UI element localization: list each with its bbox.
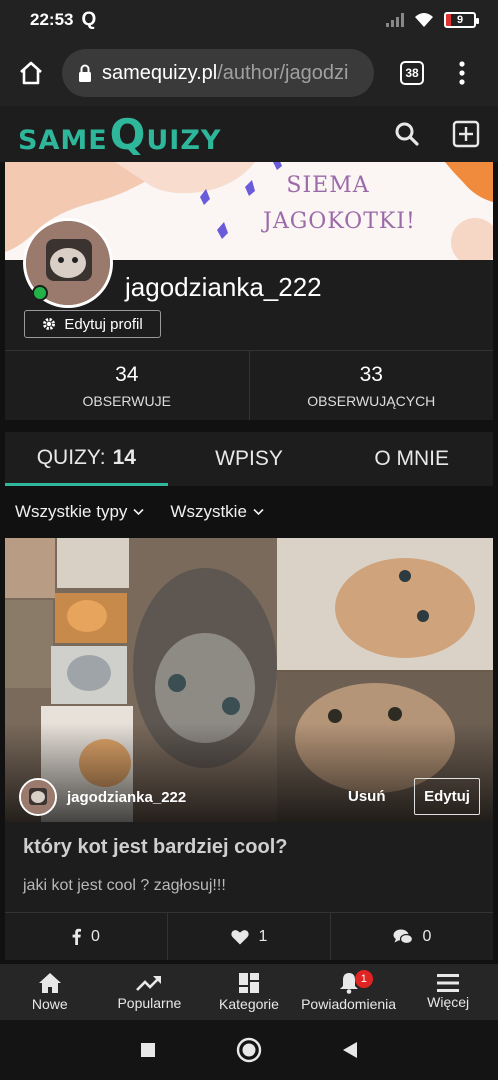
app-header: SAME Q UIZY — [0, 106, 498, 162]
nav-new-label: Nowe — [31, 996, 68, 1012]
signal-icon — [386, 13, 404, 27]
url-path: /author/jagodzi — [217, 61, 349, 84]
tab-quizzes-count: 14 — [112, 445, 136, 469]
search-icon[interactable] — [394, 121, 420, 147]
nav-more-label: Więcej — [427, 994, 470, 1010]
browser-menu-button[interactable] — [442, 61, 482, 85]
back-icon[interactable] — [342, 1041, 358, 1059]
notifications-badge: 1 — [354, 970, 373, 988]
type-filter-label: Wszystkie typy — [15, 502, 128, 521]
nav-notifications[interactable]: 1 Powiadomienia — [299, 964, 399, 1020]
add-quiz-icon[interactable] — [452, 120, 480, 148]
quiz-title[interactable]: który kot jest bardziej cool? — [23, 836, 288, 859]
wifi-icon — [415, 13, 433, 27]
facebook-icon — [72, 928, 82, 945]
like-count: 1 — [258, 927, 268, 945]
battery-icon: 9 — [444, 12, 479, 28]
edit-profile-label: Edytuj profil — [64, 315, 143, 333]
online-status-dot — [32, 285, 48, 301]
more-vert-icon — [459, 61, 465, 85]
url-host: samequizy.pl — [102, 61, 218, 84]
status-bar: 22:53 Q 9 — [0, 0, 498, 40]
scope-filter-dropdown[interactable]: Wszystkie — [170, 502, 264, 522]
comments-button[interactable]: 0 — [330, 913, 493, 960]
tab-quizzes-label: QUIZY: — [36, 445, 106, 469]
nav-more[interactable]: Więcej — [398, 964, 498, 1020]
lock-icon — [79, 64, 91, 82]
profile-username: jagodzianka_222 — [125, 272, 322, 302]
recents-icon[interactable] — [140, 1042, 156, 1058]
home-icon — [38, 973, 61, 993]
edit-quiz-button[interactable]: Edytuj — [414, 778, 480, 815]
chevron-down-icon — [253, 508, 264, 516]
nav-notifications-label: Powiadomienia — [301, 996, 397, 1012]
following-count: 34 — [115, 362, 139, 386]
home-button[interactable] — [0, 40, 62, 106]
home-circle-icon[interactable] — [236, 1037, 262, 1063]
like-button[interactable]: 1 — [167, 913, 330, 960]
share-count: 0 — [91, 927, 100, 945]
profile-header: jagodzianka_222 Edytuj profil — [5, 218, 493, 350]
tabs-button[interactable]: 38 — [382, 61, 442, 85]
dashboard-icon — [238, 973, 259, 993]
followers-stat[interactable]: 33 OBSERWUJĄCYCH — [248, 351, 494, 420]
profile-stats: 34 OBSERWUJE 33 OBSERWUJĄCYCH — [5, 350, 493, 420]
profile-tabs: QUIZY: 14 WPISY O MNIE — [5, 432, 493, 486]
bottom-navigation: Nowe Popularne Kategorie 1 Powiadomienia… — [0, 964, 498, 1020]
trending-icon — [136, 976, 162, 991]
battery-level: 9 — [456, 14, 464, 26]
type-filter-dropdown[interactable]: Wszystkie typy — [15, 502, 144, 522]
home-icon — [20, 61, 42, 85]
tab-count: 38 — [400, 61, 424, 85]
author-avatar — [19, 778, 57, 816]
tab-posts[interactable]: WPISY — [168, 432, 331, 486]
quiz-filters: Wszystkie typy Wszystkie — [0, 492, 498, 532]
comments-count: 0 — [422, 927, 432, 945]
tab-posts-label: WPISY — [215, 447, 283, 470]
tab-quizzes[interactable]: QUIZY: 14 — [5, 432, 168, 486]
nav-categories[interactable]: Kategorie — [199, 964, 299, 1020]
quiz-author-name: jagodzianka_222 — [67, 788, 187, 806]
chevron-down-icon — [133, 508, 144, 516]
gear-icon — [43, 318, 56, 330]
cat-avatar-image — [21, 780, 55, 814]
quiz-actions: 0 1 0 — [5, 912, 493, 960]
status-time: 22:53 — [30, 10, 74, 29]
heart-icon — [230, 929, 249, 944]
banner-text: SIEMA JAGOKOTKI! — [263, 173, 416, 234]
qualcomm-q-icon: Q — [81, 9, 97, 30]
tab-about-label: O MNIE — [374, 447, 450, 470]
system-navigation — [0, 1020, 498, 1080]
edit-quiz-label: Edytuj — [424, 788, 470, 805]
samequizy-logo[interactable]: SAME Q UIZY — [18, 110, 221, 159]
scope-filter-label: Wszystkie — [170, 502, 247, 521]
quiz-card[interactable]: jagodzianka_222 Usuń Edytuj który kot je… — [5, 538, 493, 960]
browser-toolbar: samequizy.pl/author/jagodzi 38 — [0, 40, 498, 106]
edit-profile-button[interactable]: Edytuj profil — [24, 310, 161, 338]
nav-popular-label: Popularne — [117, 995, 182, 1011]
following-stat[interactable]: 34 OBSERWUJE — [5, 351, 249, 420]
delete-quiz-button[interactable]: Usuń — [348, 788, 386, 805]
nav-popular[interactable]: Popularne — [100, 964, 200, 1020]
following-label: OBSERWUJE — [82, 392, 171, 409]
nav-new[interactable]: Nowe — [0, 964, 100, 1020]
tab-about[interactable]: O MNIE — [330, 432, 493, 486]
followers-count: 33 — [359, 362, 383, 386]
quiz-description: jaki kot jest cool ? zagłosuj!!! — [23, 877, 226, 894]
comments-icon — [393, 929, 413, 944]
address-bar[interactable]: samequizy.pl/author/jagodzi — [62, 49, 374, 97]
hamburger-menu-icon — [437, 974, 460, 992]
followers-label: OBSERWUJĄCYCH — [307, 392, 436, 409]
quiz-author[interactable]: jagodzianka_222 — [19, 778, 186, 816]
nav-categories-label: Kategorie — [219, 996, 279, 1012]
share-button[interactable]: 0 — [5, 913, 167, 960]
